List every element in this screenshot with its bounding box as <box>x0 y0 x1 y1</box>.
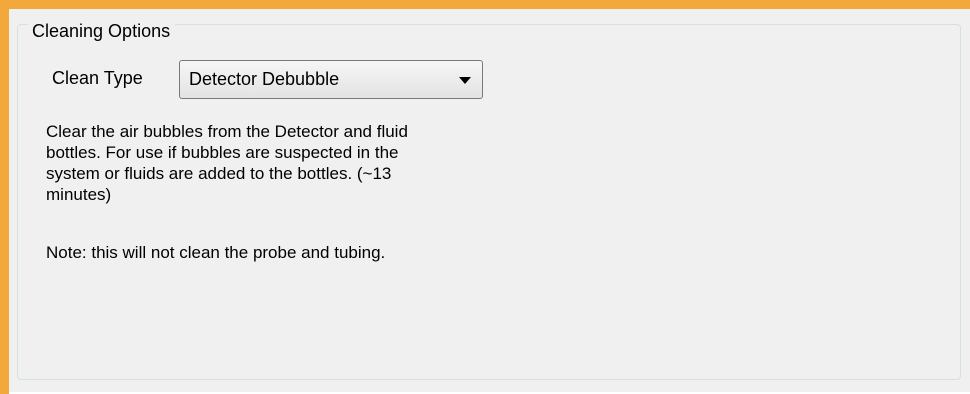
clean-type-dropdown[interactable]: Detector Debubble <box>179 60 483 99</box>
clean-type-selected-value: Detector Debubble <box>189 69 340 89</box>
description-line: Clear the air bubbles from the Detector … <box>46 122 408 141</box>
groupbox-title: Cleaning Options <box>28 19 176 43</box>
window-frame: Cleaning Options Clean Type Detector Deb… <box>0 0 970 394</box>
cleaning-note: Note: this will not clean the probe and … <box>46 243 386 262</box>
selection-highlight-left <box>0 0 9 394</box>
clean-type-label: Clean Type <box>52 68 143 88</box>
description-line: system or fluids are added to the bottle… <box>46 164 392 183</box>
description-line: bottles. For use if bubbles are suspecte… <box>46 143 399 162</box>
description-line: minutes) <box>46 185 112 204</box>
selection-highlight-top <box>0 0 970 9</box>
clean-type-description: Clear the air bubbles from the Detector … <box>46 121 506 205</box>
chevron-down-icon[interactable] <box>459 77 471 84</box>
